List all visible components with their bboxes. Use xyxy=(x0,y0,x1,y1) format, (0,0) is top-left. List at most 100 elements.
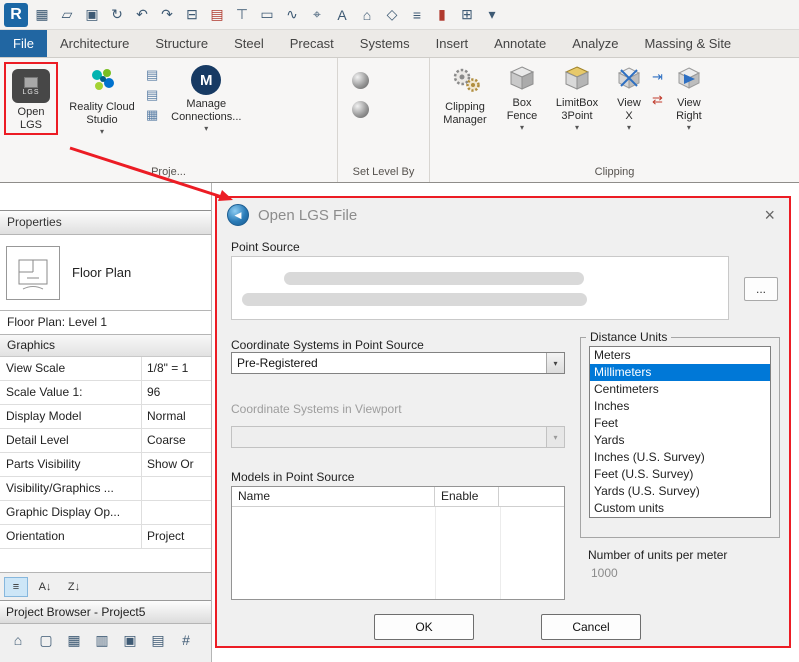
level-tool-icon[interactable]: ⊤ xyxy=(231,4,253,26)
distance-unit-option[interactable]: Custom units xyxy=(590,500,770,517)
instance-selector[interactable]: Floor Plan: Level 1 xyxy=(0,311,211,335)
cancel-button[interactable]: Cancel xyxy=(541,614,641,640)
sheet-icon[interactable]: ▥ xyxy=(92,630,112,650)
clipping-manager-button[interactable]: Clipping Manager xyxy=(434,62,496,126)
panel-label-project[interactable]: Proje... xyxy=(0,165,337,182)
clip-out-icon[interactable]: ⇄ xyxy=(652,93,663,106)
save-icon[interactable]: ▣ xyxy=(81,4,103,26)
chevron-down-icon[interactable]: ▾ xyxy=(481,4,503,26)
link-icon[interactable]: # xyxy=(176,630,196,650)
project-browser-header[interactable]: Project Browser - Project5 xyxy=(0,600,211,624)
distance-unit-option[interactable]: Yards xyxy=(590,432,770,449)
open-folder-icon[interactable]: ▱ xyxy=(56,4,78,26)
ribbon-tabs: FileArchitectureStructureSteelPrecastSys… xyxy=(0,30,799,58)
properties-header[interactable]: Properties xyxy=(0,211,211,235)
coord-source-combo[interactable]: Pre-Registered ▾ xyxy=(231,352,565,374)
tag-icon[interactable]: ▮ xyxy=(431,4,453,26)
spline-icon[interactable]: ∿ xyxy=(281,4,303,26)
panel-label-clipping[interactable]: Clipping xyxy=(430,165,799,182)
property-value[interactable]: Show Or xyxy=(142,453,211,476)
property-value[interactable]: 96 xyxy=(142,381,211,404)
models-table[interactable]: Name Enable xyxy=(231,486,565,600)
sort-desc-icon[interactable]: Z↓ xyxy=(62,577,86,597)
distance-unit-option[interactable]: Centimeters xyxy=(590,381,770,398)
ribbon-tab[interactable]: Insert xyxy=(423,30,482,57)
distance-unit-option[interactable]: Inches (U.S. Survey) xyxy=(590,449,770,466)
ribbon-tab[interactable]: Analyze xyxy=(559,30,631,57)
ribbon-tab[interactable]: Precast xyxy=(277,30,347,57)
measure-icon[interactable]: ▭ xyxy=(256,4,278,26)
Parts Visibility: Parts Visibility Show Or xyxy=(0,453,211,477)
ok-button[interactable]: OK xyxy=(374,614,474,640)
revit-logo[interactable]: R xyxy=(4,3,28,27)
sort-menu-icon[interactable]: ≡ xyxy=(4,577,28,597)
selection-icon[interactable]: ▢ xyxy=(36,630,56,650)
property-value[interactable]: Normal xyxy=(142,405,211,428)
manage-connections-icon: M xyxy=(191,65,221,95)
box-fence-button[interactable]: Box Fence ▾ xyxy=(502,62,542,131)
point-source-field[interactable] xyxy=(231,256,729,320)
filter-icon[interactable]: ≡ xyxy=(406,4,428,26)
sort-asc-icon[interactable]: A↓ xyxy=(33,577,57,597)
panel-label-set-level[interactable]: Set Level By xyxy=(338,165,429,182)
distance-unit-option[interactable]: Inches xyxy=(590,398,770,415)
print-icon[interactable]: ⊟ xyxy=(181,4,203,26)
distance-units-listbox[interactable]: MetersMillimetersCentimetersInchesFeetYa… xyxy=(589,346,771,518)
box-fence-label: Box Fence xyxy=(502,97,542,122)
ribbon-tab[interactable]: Systems xyxy=(347,30,423,57)
distance-unit-option[interactable]: Yards (U.S. Survey) xyxy=(590,483,770,500)
home-icon[interactable]: ⌂ xyxy=(356,4,378,26)
limitbox-3point-button[interactable]: LimitBox 3Point ▾ xyxy=(548,62,606,131)
sheet-icon[interactable]: ▦ xyxy=(31,4,53,26)
type-selector[interactable]: Floor Plan xyxy=(0,235,211,311)
views-icon[interactable]: ⌂ xyxy=(8,630,28,650)
browse-button[interactable]: ... xyxy=(744,277,778,301)
dialog-titlebar[interactable]: ◀ Open LGS File × xyxy=(217,198,789,232)
undo-icon[interactable]: ↶ xyxy=(131,4,153,26)
redacted-path-line xyxy=(284,272,584,285)
close-icon[interactable]: × xyxy=(760,206,779,224)
export-view-icon[interactable]: ▤ xyxy=(146,68,158,81)
family-icon[interactable]: ▣ xyxy=(120,630,140,650)
ribbon-tab[interactable]: Architecture xyxy=(47,30,142,57)
column-header-name[interactable]: Name xyxy=(232,487,435,506)
ribbon-tab[interactable]: Steel xyxy=(221,30,277,57)
swap-icon[interactable]: ◇ xyxy=(381,4,403,26)
view-right-button[interactable]: View Right ▾ xyxy=(669,62,709,131)
ribbon-tab[interactable]: Annotate xyxy=(481,30,559,57)
export-grid-icon[interactable]: ▦ xyxy=(146,108,158,121)
graphics-section-header[interactable]: Graphics xyxy=(0,335,211,357)
level-sphere-icon[interactable] xyxy=(352,101,369,118)
redo-icon[interactable]: ↷ xyxy=(156,4,178,26)
chevron-down-icon[interactable]: ▾ xyxy=(546,353,564,373)
distance-unit-option[interactable]: Feet xyxy=(590,415,770,432)
property-value[interactable]: Project xyxy=(142,525,211,548)
property-value[interactable] xyxy=(142,477,211,500)
property-value[interactable]: Coarse xyxy=(142,429,211,452)
open-lgs-button[interactable]: LGS Open LGS xyxy=(9,66,53,131)
column-header-enable[interactable]: Enable xyxy=(435,487,499,506)
ribbon-tab[interactable]: File xyxy=(0,30,47,57)
zoom-icon[interactable]: ⌖ xyxy=(306,4,328,26)
distance-unit-option[interactable]: Millimeters xyxy=(590,364,770,381)
graphics-section-label: Graphics xyxy=(7,338,55,352)
distance-unit-option[interactable]: Meters xyxy=(590,347,770,364)
distance-unit-option[interactable]: Feet (U.S. Survey) xyxy=(590,466,770,483)
windows-icon[interactable]: ⊞ xyxy=(456,4,478,26)
property-value[interactable]: 1/8" = 1 xyxy=(142,357,211,380)
property-value[interactable] xyxy=(142,501,211,524)
reality-cloud-studio-button[interactable]: Reality Cloud Studio ▾ xyxy=(64,62,140,135)
ribbon-tab[interactable]: Massing & Site xyxy=(631,30,744,57)
view-x-button[interactable]: View X ▾ xyxy=(612,62,646,131)
sync-icon[interactable]: ↻ xyxy=(106,4,128,26)
text-icon[interactable]: A xyxy=(331,4,353,26)
ribbon-tab[interactable]: Structure xyxy=(142,30,221,57)
level-sphere-icon[interactable] xyxy=(352,72,369,89)
group-icon[interactable]: ▤ xyxy=(148,630,168,650)
export-doc-icon[interactable]: ▤ xyxy=(206,4,228,26)
manage-connections-button[interactable]: M Manage Connections... ▾ xyxy=(164,62,248,132)
schedule-icon[interactable]: ▦ xyxy=(64,630,84,650)
clip-in-icon[interactable]: ⇥ xyxy=(652,70,663,83)
coord-source-value: Pre-Registered xyxy=(232,356,546,370)
export-sheet-icon[interactable]: ▤ xyxy=(146,88,158,101)
